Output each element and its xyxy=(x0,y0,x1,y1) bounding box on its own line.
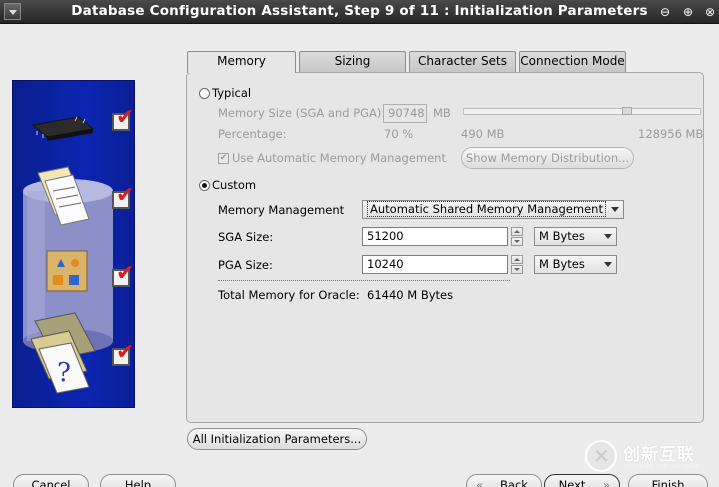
divider xyxy=(218,280,510,281)
chevron-down-icon xyxy=(604,262,612,267)
chevron-down-icon xyxy=(604,234,612,239)
memory-tab-panel xyxy=(186,72,704,423)
pga-unit-select[interactable]: M Bytes xyxy=(534,255,617,274)
total-memory-value: 61440 M Bytes xyxy=(367,288,454,302)
minimize-icon[interactable]: ⊖ xyxy=(657,4,673,20)
tab-character-sets[interactable]: Character Sets xyxy=(409,51,516,72)
back-button[interactable]: « Back xyxy=(466,474,542,487)
back-button-label: Back xyxy=(500,478,528,487)
tab-memory[interactable]: Memory xyxy=(187,51,296,73)
back-arrow-icon: « xyxy=(476,478,484,487)
help-button[interactable]: Help xyxy=(100,474,176,487)
close-icon[interactable]: ⊗ xyxy=(702,4,718,20)
checkmark-icon: ✔ xyxy=(116,261,135,286)
chevron-down-icon xyxy=(611,207,619,212)
memory-management-value: Automatic Shared Memory Management xyxy=(367,201,606,217)
show-memory-distribution-button[interactable]: Show Memory Distribution... xyxy=(461,147,634,169)
memory-management-select[interactable]: Automatic Shared Memory Management xyxy=(362,200,624,219)
custom-radio[interactable] xyxy=(199,180,210,191)
memory-management-label: Memory Management xyxy=(218,203,345,217)
typical-label: Typical xyxy=(212,86,252,100)
amm-label: Use Automatic Memory Management xyxy=(232,151,446,165)
sga-size-label: SGA Size: xyxy=(218,230,274,244)
checkmark-icon: ✔ xyxy=(116,183,135,208)
step-complete-checkbox: ✔ xyxy=(112,107,134,131)
all-initialization-parameters-button[interactable]: All Initialization Parameters... xyxy=(187,428,367,450)
slider-min-label: 490 MB xyxy=(461,127,505,141)
slider-max-label: 128956 MB xyxy=(638,127,704,141)
sga-size-stepper[interactable] xyxy=(511,227,523,246)
watermark-text: 创新互联 xyxy=(623,445,695,465)
memory-slider-thumb[interactable] xyxy=(622,107,632,115)
window-title: Database Configuration Assistant, Step 9… xyxy=(71,3,648,19)
sga-unit-select[interactable]: M Bytes xyxy=(534,227,617,246)
step-complete-checkbox: ✔ xyxy=(112,263,134,287)
sga-size-field[interactable]: 51200 xyxy=(362,227,508,246)
amm-checkbox[interactable]: ✔ xyxy=(218,153,229,164)
percentage-label: Percentage: xyxy=(218,127,287,141)
shapes-icon xyxy=(46,250,88,292)
memory-chip-icon xyxy=(31,116,95,141)
memory-size-unit: MB xyxy=(433,106,451,120)
memory-size-field[interactable]: 90748 xyxy=(383,104,427,123)
maximize-icon[interactable]: ⊕ xyxy=(680,4,696,20)
step-complete-checkbox: ✔ xyxy=(112,342,134,366)
step-illustration-panel: ? ✔ ✔ ✔ ✔ xyxy=(12,80,135,408)
pga-size-field[interactable]: 10240 xyxy=(362,255,508,274)
cancel-button[interactable]: Cancel xyxy=(13,474,89,487)
memory-slider[interactable] xyxy=(463,108,701,115)
watermark-logo: 创新互联 CHUANG XIN HU LIAN xyxy=(585,436,715,482)
total-memory-label: Total Memory for Oracle: xyxy=(218,288,360,302)
custom-label: Custom xyxy=(212,178,257,192)
pga-size-label: PGA Size: xyxy=(218,258,273,272)
svg-text:?: ? xyxy=(57,358,71,388)
tab-connection-mode[interactable]: Connection Mode xyxy=(519,51,626,72)
title-bar: Database Configuration Assistant, Step 9… xyxy=(0,0,719,24)
watermark-icon xyxy=(585,440,617,472)
tab-sizing[interactable]: Sizing xyxy=(299,51,406,72)
sga-unit-value: M Bytes xyxy=(539,229,585,243)
checkmark-icon: ✔ xyxy=(116,340,135,365)
watermark-subtext: CHUANG XIN HU LIAN xyxy=(625,463,700,470)
pga-size-stepper[interactable] xyxy=(511,255,523,274)
pga-unit-value: M Bytes xyxy=(539,257,585,271)
memory-size-label: Memory Size (SGA and PGA): xyxy=(218,106,386,120)
checkmark-icon: ✔ xyxy=(116,105,135,130)
next-button-label: Next xyxy=(558,478,586,487)
typical-radio[interactable] xyxy=(199,88,210,99)
percentage-value: 70 % xyxy=(384,127,414,141)
step-complete-checkbox: ✔ xyxy=(112,185,134,209)
